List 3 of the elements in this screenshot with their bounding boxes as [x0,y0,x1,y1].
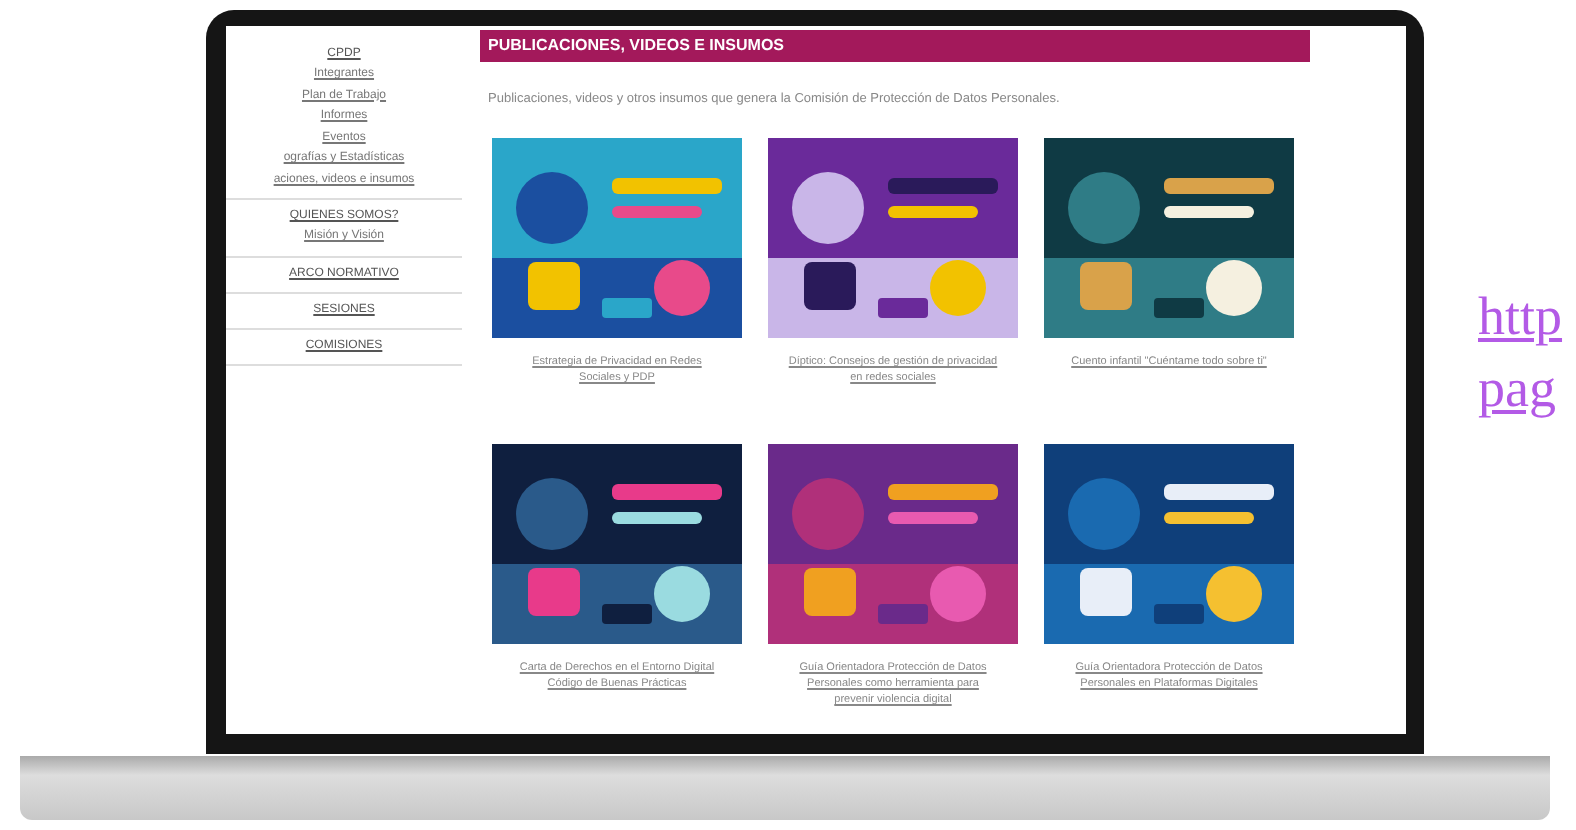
link[interactable]: pag [1478,352,1563,424]
link[interactable]: http [1478,280,1563,352]
page-title: PUBLICACIONES, VIDEOS E INSUMOS [480,30,1310,62]
